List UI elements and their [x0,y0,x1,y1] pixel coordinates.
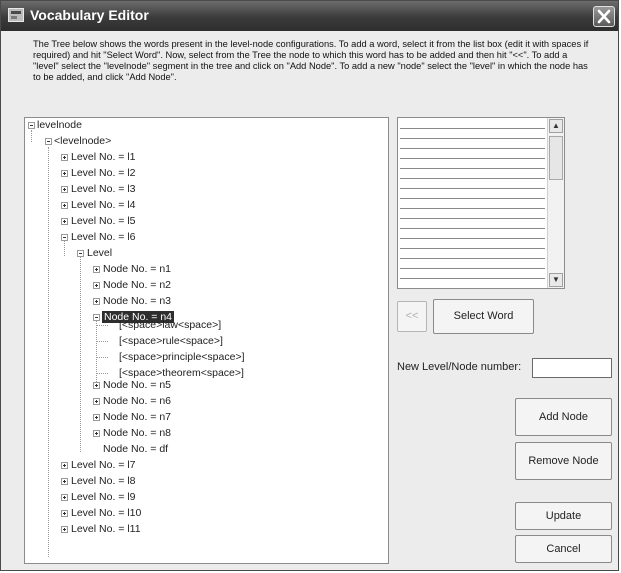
tree-node-node[interactable]: Node No. = n5 [103,379,171,392]
cancel-button[interactable]: Cancel [515,535,612,563]
tree-node-node[interactable]: Node No. = n7 [103,411,171,424]
expand-icon[interactable] [61,478,68,485]
close-icon [597,9,611,24]
select-word-button[interactable]: Select Word [433,299,534,334]
list-item[interactable] [400,158,545,159]
tree-connector [31,130,32,142]
tree-node-level[interactable]: Level No. = l7 [71,459,136,472]
tree-node-node[interactable]: Node No. = df [103,443,168,456]
tree-node-level[interactable]: Level No. = l11 [71,523,141,536]
list-item[interactable] [400,138,545,139]
new-number-label: New Level/Node number: [397,361,522,373]
vocabulary-tree[interactable]: levelnode <levelnode> Level No. = l1 Lev… [24,117,389,564]
list-item[interactable] [400,258,545,259]
listbox-scrollbar[interactable]: ▲ ▼ [547,118,564,288]
expand-icon[interactable] [93,298,100,305]
tree-word[interactable]: [<space>rule<space>] [119,335,223,348]
title-bar[interactable]: Vocabulary Editor [1,1,618,31]
tree-node-node[interactable]: Node No. = n3 [103,295,171,308]
tree-node-node[interactable]: Node No. = n6 [103,395,171,408]
instructions-text: The Tree below shows the words present i… [33,39,589,82]
tree-connector [96,373,108,374]
expand-icon[interactable] [61,218,68,225]
expand-icon[interactable] [61,510,68,517]
tree-node-level[interactable]: Level No. = l4 [71,199,136,212]
tree-node-level[interactable]: Level No. = l3 [71,183,136,196]
tree-node-level[interactable]: Level No. = l2 [71,167,136,180]
collapse-icon[interactable] [61,234,68,241]
tree-node-level[interactable]: Level No. = l9 [71,491,136,504]
expand-icon[interactable] [93,382,100,389]
expand-icon[interactable] [93,430,100,437]
expand-icon[interactable] [61,494,68,501]
tree-node-level[interactable]: Level No. = l10 [71,507,141,520]
tree-connector [96,325,108,326]
list-item[interactable] [400,178,545,179]
add-node-button[interactable]: Add Node [515,398,612,436]
tree-node-node[interactable]: Node No. = n1 [103,263,171,276]
tree-node-level[interactable]: Level No. = l5 [71,215,136,228]
tree-node-level[interactable]: Level No. = l8 [71,475,136,488]
list-item[interactable] [400,278,545,279]
scroll-down-icon[interactable]: ▼ [549,273,563,287]
expand-icon[interactable] [93,266,100,273]
close-button[interactable] [593,6,615,27]
word-listbox[interactable]: ▲ ▼ [397,117,565,289]
app-icon [8,8,24,22]
tree-connector [96,341,108,342]
tree-connector [48,147,49,557]
tree-node-node[interactable]: Node No. = n8 [103,427,171,440]
tree-node-root[interactable]: levelnode [37,119,82,132]
tree-word[interactable]: [<space>law<space>] [119,319,221,332]
list-item[interactable] [400,248,545,249]
expand-icon[interactable] [61,154,68,161]
list-item[interactable] [400,148,545,149]
remove-node-button[interactable]: Remove Node [515,442,612,480]
expand-icon[interactable] [93,282,100,289]
expand-icon[interactable] [61,202,68,209]
expand-icon[interactable] [61,170,68,177]
new-number-input[interactable] [532,358,612,378]
tree-node-level-group[interactable]: Level [87,247,112,260]
scroll-thumb[interactable] [549,136,563,180]
window-title: Vocabulary Editor [30,7,149,23]
expand-icon[interactable] [61,186,68,193]
tree-node-level-open[interactable]: Level No. = l6 [71,231,136,244]
tree-node-level[interactable]: Level No. = l1 [71,151,136,164]
list-item[interactable] [400,128,545,129]
list-item[interactable] [400,168,545,169]
update-button[interactable]: Update [515,502,612,530]
list-item[interactable] [400,228,545,229]
scroll-up-icon[interactable]: ▲ [549,119,563,133]
tree-node-node[interactable]: Node No. = n2 [103,279,171,292]
list-item[interactable] [400,218,545,219]
expand-icon[interactable] [61,462,68,469]
list-item[interactable] [400,208,545,209]
tree-word[interactable]: [<space>principle<space>] [119,351,245,364]
tree-node-levelnode[interactable]: <levelnode> [54,135,111,148]
expand-icon[interactable] [93,398,100,405]
collapse-icon[interactable] [93,314,100,321]
list-item[interactable] [400,238,545,239]
collapse-icon[interactable] [77,250,84,257]
add-word-button[interactable]: << [397,301,427,332]
list-item[interactable] [400,198,545,199]
collapse-icon[interactable] [45,138,52,145]
list-item[interactable] [400,188,545,189]
expand-icon[interactable] [93,414,100,421]
tree-connector [80,252,81,452]
collapse-icon[interactable] [28,122,35,129]
vocabulary-editor-window: Vocabulary Editor The Tree below shows t… [0,0,619,571]
expand-icon[interactable] [61,526,68,533]
list-item[interactable] [400,268,545,269]
tree-connector [96,357,108,358]
